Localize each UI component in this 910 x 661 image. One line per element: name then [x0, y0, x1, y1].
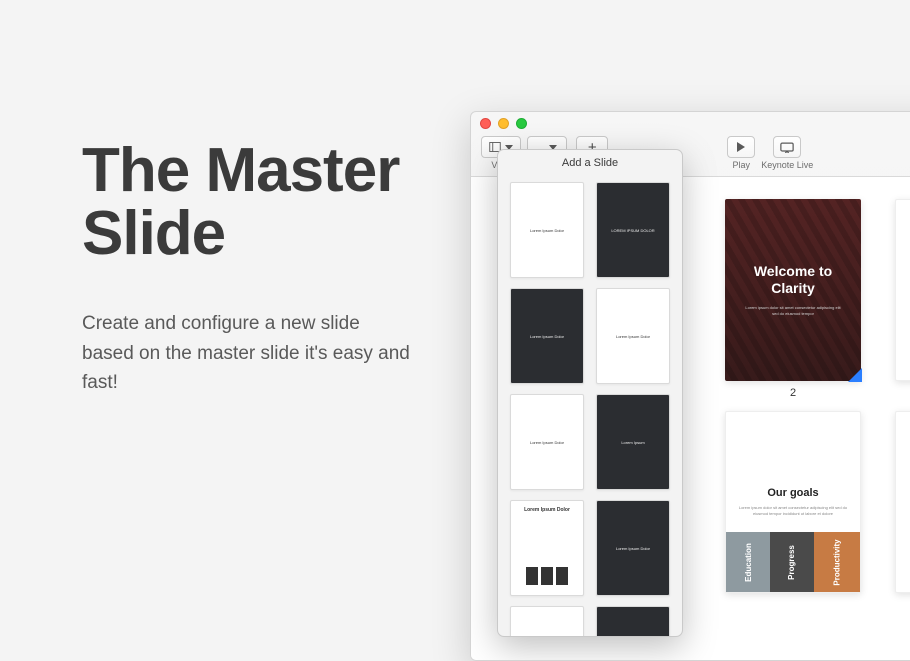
keynote-live-label: Keynote Live [761, 160, 813, 170]
master-slide-grid: Lorem Ipsum DolorLOREM IPSUM DOLORLorem … [510, 182, 670, 636]
master-slide-thumb-5[interactable]: Lorem Ipsum Dolor [510, 394, 584, 490]
master-slide-thumb-2[interactable]: LOREM IPSUM DOLOR [596, 182, 670, 278]
master-slide-thumb-3[interactable]: Lorem Ipsum Dolor [510, 288, 584, 384]
promo-panel: The Master Slide Create and configure a … [82, 139, 412, 398]
play-icon [737, 142, 745, 152]
popover-scroll[interactable]: Lorem Ipsum DolorLOREM IPSUM DOLORLorem … [498, 176, 682, 636]
master-slide-thumb-9[interactable] [510, 606, 584, 636]
master-slide-thumb-7[interactable]: Lorem Ipsum Dolor [510, 500, 584, 596]
master-slide-thumb-8[interactable]: Lorem Ipsum Dolor [596, 500, 670, 596]
promo-heading: The Master Slide [82, 139, 412, 265]
toolbar-play-group: Play [727, 136, 755, 170]
slide-4-columns: Education Progress Productivity [726, 532, 860, 592]
slide-2-title: Welcome to Clarity [754, 263, 832, 297]
slide-number-2: 2 [725, 387, 861, 399]
master-slide-thumb-6[interactable]: Lorem Ipsum [596, 394, 670, 490]
slide-4-body: Lorem ipsum dolor sit amet consectetur a… [738, 505, 848, 518]
keynote-window: ✦ Clarit View Zoom + Add Slide Play [470, 111, 910, 661]
slide-thumbnail-2[interactable]: Welcome to Clarity Lorem ipsum dolor sit… [725, 199, 861, 381]
selection-corner-icon [848, 368, 862, 382]
slide-thumbnail-5[interactable] [895, 411, 910, 593]
minimize-window-button[interactable] [498, 118, 509, 129]
add-slide-popover: Add a Slide Lorem Ipsum DolorLOREM IPSUM… [497, 149, 683, 637]
play-button[interactable] [727, 136, 755, 158]
slide-2-body: Lorem ipsum dolor sit amet consectetur a… [743, 305, 843, 317]
slide-thumbnail-4[interactable]: Our goals Lorem ipsum dolor sit amet con… [725, 411, 861, 593]
master-slide-thumb-10[interactable] [596, 606, 670, 636]
master-slide-thumb-1[interactable]: Lorem Ipsum Dolor [510, 182, 584, 278]
window-titlebar: ✦ Clarit [471, 112, 910, 134]
popover-title: Add a Slide [498, 150, 682, 173]
toolbar-live-group: Keynote Live [761, 136, 813, 170]
promo-subheading: Create and configure a new slide based o… [82, 309, 412, 397]
broadcast-icon [780, 142, 794, 153]
master-slide-thumb-4[interactable]: Lorem Ipsum Dolor [596, 288, 670, 384]
slide-4-title: Our goals [767, 487, 818, 499]
slide-thumbnail-3[interactable] [895, 199, 910, 381]
keynote-live-button[interactable] [773, 136, 801, 158]
traffic-lights [480, 118, 527, 129]
play-label: Play [732, 160, 750, 170]
zoom-window-button[interactable] [516, 118, 527, 129]
close-window-button[interactable] [480, 118, 491, 129]
